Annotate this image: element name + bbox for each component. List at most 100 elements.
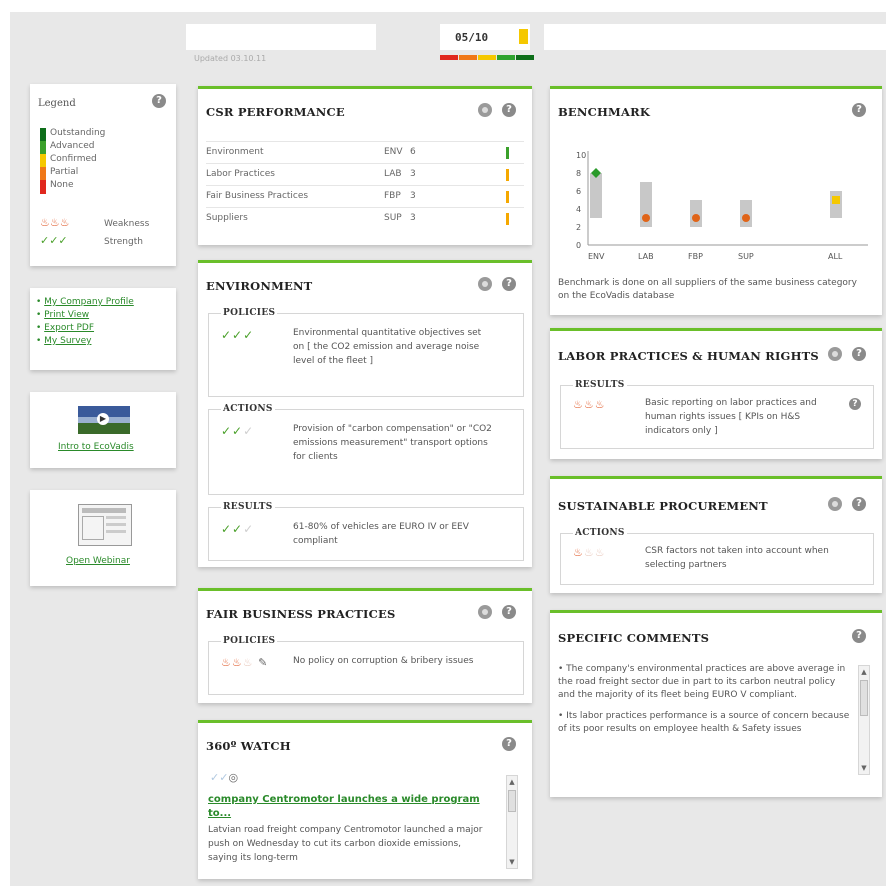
legend-color-bar xyxy=(40,128,46,194)
watch-headline-link[interactable]: company Centromotor launches a wide prog… xyxy=(208,793,488,821)
help-icon[interactable]: ? xyxy=(852,629,866,643)
csr-row-code: FBP xyxy=(384,191,401,201)
score-scale-segment xyxy=(440,55,458,60)
fair-business-panel: FAIR BUSINESS PRACTICES ? POLICIES ♨♨♨ ✎… xyxy=(198,588,532,703)
scroll-up-icon[interactable]: ▲ xyxy=(860,668,868,676)
play-icon[interactable]: ▶ xyxy=(97,413,109,425)
scroll-up-icon[interactable]: ▲ xyxy=(508,778,516,786)
link-print-view[interactable]: Print View xyxy=(44,310,89,320)
weakness-rating-icon: ♨♨♨ ✎ xyxy=(221,656,269,669)
y-tick-label: 6 xyxy=(576,187,581,196)
scroll-thumb[interactable] xyxy=(508,790,516,812)
procurement-title: SUSTAINABLE PROCUREMENT xyxy=(558,499,768,513)
company-score-marker xyxy=(742,214,750,222)
weakness-rating-icon: ♨♨♨ xyxy=(573,546,606,559)
watch-scrollbar[interactable]: ▲ ▼ xyxy=(506,775,518,869)
y-tick-label: 4 xyxy=(576,205,581,214)
help-icon[interactable]: ? xyxy=(849,398,861,410)
help-icon[interactable]: ? xyxy=(502,277,516,291)
help-icon[interactable]: ? xyxy=(152,94,166,108)
search-box-left[interactable] xyxy=(186,24,376,50)
csr-row-code: ENV xyxy=(384,147,403,157)
strength-label: Strength xyxy=(104,237,143,247)
link-my-company-profile[interactable]: My Company Profile xyxy=(44,297,134,307)
legend-panel: Legend ? Outstanding Advanced Confirmed … xyxy=(30,84,176,266)
labor-results-text: Basic reporting on labor practices and h… xyxy=(645,398,817,436)
csr-performance-title: CSR PERFORMANCE xyxy=(206,105,345,119)
results-label: RESULTS xyxy=(573,380,627,390)
scroll-down-icon[interactable]: ▼ xyxy=(508,858,516,866)
fair-business-title: FAIR BUSINESS PRACTICES xyxy=(206,607,396,621)
actions-label: ACTIONS xyxy=(221,404,275,414)
environment-results-box: RESULTS ✓✓✓ 61-80% of vehicles are EURO … xyxy=(208,502,524,561)
benchmark-range-bar xyxy=(690,200,702,227)
score-indicator xyxy=(519,29,528,44)
watch-title: 360º WATCH xyxy=(206,739,291,753)
webinar-thumbnail[interactable] xyxy=(78,504,132,546)
webinar-link[interactable]: Open Webinar xyxy=(66,556,130,566)
csr-row-indicator xyxy=(506,191,509,203)
fair-business-policies-box: POLICIES ♨♨♨ ✎ No policy on corruption &… xyxy=(208,636,524,695)
comment-1: • The company's environmental practices … xyxy=(558,664,846,700)
legend-item-advanced: Advanced xyxy=(50,141,95,151)
help-icon[interactable]: ? xyxy=(852,347,866,361)
help-icon[interactable]: ? xyxy=(502,605,516,619)
video-thumbnail[interactable]: ▶ xyxy=(78,406,130,434)
help-icon[interactable]: ? xyxy=(852,103,866,117)
csr-row-labor[interactable]: Labor Practices LAB 3 xyxy=(206,163,524,186)
environment-title: ENVIRONMENT xyxy=(206,279,313,293)
x-tick-label: FBP xyxy=(688,252,703,261)
environment-actions-box: ACTIONS ✓✓✓ Provision of "carbon compens… xyxy=(208,404,524,495)
info-icon[interactable] xyxy=(828,497,842,511)
csr-row-indicator xyxy=(506,147,509,159)
help-icon[interactable]: ? xyxy=(502,103,516,117)
csr-row-name: Environment xyxy=(206,147,264,157)
intro-video-panel: ▶ Intro to EcoVadis xyxy=(30,392,176,468)
info-icon[interactable] xyxy=(478,103,492,117)
csr-row-indicator xyxy=(506,169,509,181)
labor-title: LABOR PRACTICES & HUMAN RIGHTS xyxy=(558,349,819,363)
legend-item-confirmed: Confirmed xyxy=(50,154,97,164)
csr-performance-panel: CSR PERFORMANCE ? Environment ENV 6 Labo… xyxy=(198,86,532,245)
help-icon[interactable]: ? xyxy=(852,497,866,511)
legend-item-none: None xyxy=(50,180,74,190)
link-export-pdf[interactable]: Export PDF xyxy=(44,323,94,333)
scroll-thumb[interactable] xyxy=(860,680,868,716)
csr-row-name: Labor Practices xyxy=(206,169,275,179)
environment-panel: ENVIRONMENT ? POLICIES ✓✓✓ Environmental… xyxy=(198,260,532,567)
x-tick-label: ALL xyxy=(828,252,843,261)
csr-row-name: Fair Business Practices xyxy=(206,191,309,201)
y-tick-label: 2 xyxy=(576,223,581,232)
updated-text: Updated 03.10.11 xyxy=(194,54,267,63)
environment-actions-text: Provision of "carbon compensation" or "C… xyxy=(293,424,492,462)
watch-panel: 360º WATCH ? ✓✓◎ company Centromotor lau… xyxy=(198,720,532,879)
benchmark-range-bar xyxy=(590,173,602,218)
intro-video-link[interactable]: Intro to EcoVadis xyxy=(58,442,134,452)
x-tick-label: SUP xyxy=(738,252,754,261)
csr-row-fair-business[interactable]: Fair Business Practices FBP 3 xyxy=(206,185,524,208)
info-icon[interactable] xyxy=(828,347,842,361)
csr-row-score: 3 xyxy=(410,169,416,179)
csr-row-environment[interactable]: Environment ENV 6 xyxy=(206,141,524,164)
labor-results-box: RESULTS ♨♨♨ Basic reporting on labor pra… xyxy=(560,380,874,449)
score-scale-segment xyxy=(516,55,534,60)
csr-row-score: 6 xyxy=(410,147,416,157)
search-box-right[interactable] xyxy=(544,24,888,50)
help-icon[interactable]: ? xyxy=(502,737,516,751)
info-icon[interactable] xyxy=(478,605,492,619)
legend-item-outstanding: Outstanding xyxy=(50,128,106,138)
labor-panel: LABOR PRACTICES & HUMAN RIGHTS ? RESULTS… xyxy=(550,328,882,459)
benchmark-note: Benchmark is done on all suppliers of th… xyxy=(558,278,857,301)
y-tick-label: 0 xyxy=(576,241,581,250)
policies-label: POLICIES xyxy=(221,308,278,318)
comments-panel: SPECIFIC COMMENTS ? • The company's envi… xyxy=(550,610,882,797)
comments-scrollbar[interactable]: ▲ ▼ xyxy=(858,665,870,775)
strength-rating-icon: ✓✓✓ xyxy=(221,424,255,438)
link-my-survey[interactable]: My Survey xyxy=(44,336,91,346)
scroll-down-icon[interactable]: ▼ xyxy=(860,764,868,772)
benchmark-range-bar xyxy=(830,191,842,218)
comments-title: SPECIFIC COMMENTS xyxy=(558,631,710,645)
csr-row-suppliers[interactable]: Suppliers SUP 3 xyxy=(206,207,524,230)
csr-row-code: SUP xyxy=(384,213,402,223)
info-icon[interactable] xyxy=(478,277,492,291)
